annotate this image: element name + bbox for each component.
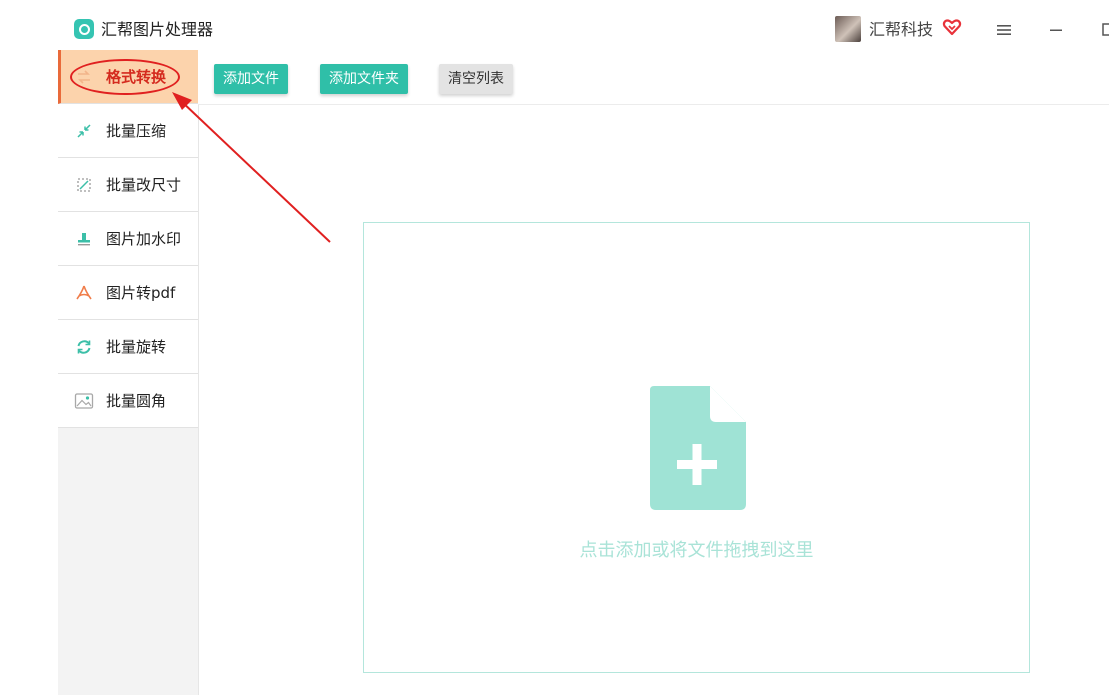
sidebar-item-batch-compress[interactable]: 批量压缩 [58, 104, 198, 158]
menu-icon[interactable] [994, 20, 1014, 40]
sidebar-item-format-convert[interactable]: 格式转换 [58, 50, 198, 104]
file-plus-icon [650, 386, 746, 510]
sidebar-item-watermark[interactable]: 图片加水印 [58, 212, 198, 266]
add-file-button[interactable]: 添加文件 [214, 64, 288, 94]
pdf-icon [74, 283, 94, 303]
sidebar-item-label: 批量圆角 [106, 392, 167, 410]
sidebar-item-label: 图片转pdf [106, 284, 176, 302]
watermark-icon [74, 229, 94, 249]
drop-hint-text: 点击添加或将文件拖拽到这里 [579, 540, 814, 561]
sidebar-item-label: 批量改尺寸 [106, 176, 182, 194]
toolbar: 添加文件 添加文件夹 清空列表 [198, 50, 1109, 105]
convert-icon [74, 67, 94, 87]
sidebar-item-label: 图片加水印 [106, 230, 182, 248]
compress-icon [74, 121, 94, 141]
title-bar: 汇帮图片处理器 汇帮科技 [58, 0, 1109, 51]
app-title: 汇帮图片处理器 [101, 20, 214, 39]
sidebar-item-label: 批量旋转 [106, 338, 167, 356]
rotate-icon [74, 337, 94, 357]
round-corner-icon [74, 391, 94, 411]
sidebar-item-batch-rotate[interactable]: 批量旋转 [58, 320, 198, 374]
app-logo-icon [74, 19, 94, 39]
sidebar-item-image-to-pdf[interactable]: 图片转pdf [58, 266, 198, 320]
resize-icon [74, 175, 94, 195]
maximize-icon[interactable] [1099, 20, 1109, 40]
avatar[interactable] [835, 16, 861, 42]
minimize-icon[interactable] [1046, 20, 1066, 40]
sidebar-item-round-corner[interactable]: 批量圆角 [58, 374, 198, 428]
add-folder-button[interactable]: 添加文件夹 [320, 64, 408, 94]
user-name[interactable]: 汇帮科技 [869, 19, 933, 41]
sidebar-item-label: 批量压缩 [106, 122, 167, 140]
vip-heart-icon[interactable] [942, 17, 962, 37]
sidebar-item-batch-resize[interactable]: 批量改尺寸 [58, 158, 198, 212]
file-drop-zone[interactable]: 点击添加或将文件拖拽到这里 [363, 222, 1030, 673]
sidebar-item-label: 格式转换 [106, 68, 167, 86]
sidebar: 格式转换 批量压缩 批量改尺寸 图片加水印 图片转pdf 批量旋转 批量圆角 [58, 50, 199, 695]
clear-list-button[interactable]: 清空列表 [439, 64, 513, 94]
